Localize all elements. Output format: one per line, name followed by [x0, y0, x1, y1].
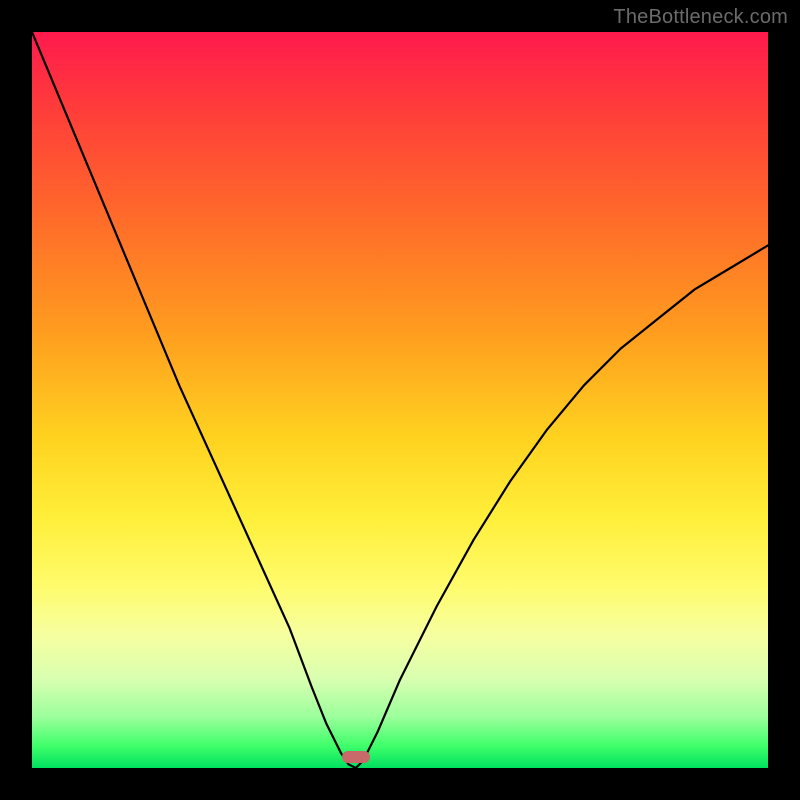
min-marker: [342, 751, 370, 763]
chart-frame: TheBottleneck.com: [0, 0, 800, 800]
plot-area: [32, 32, 768, 768]
bottleneck-curve: [32, 32, 768, 768]
watermark-text: TheBottleneck.com: [613, 6, 788, 29]
